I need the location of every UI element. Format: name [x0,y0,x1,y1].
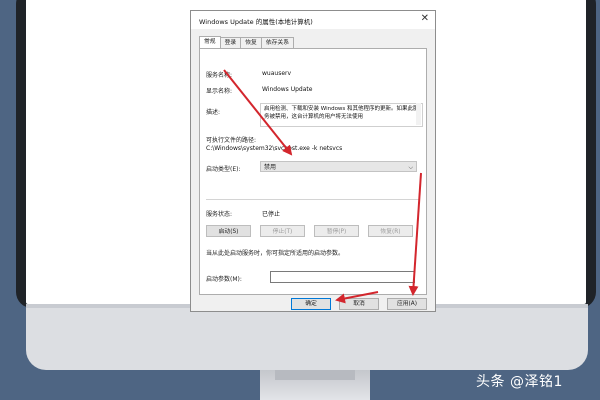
display-name-value: Windows Update [262,86,313,93]
start-service-button[interactable]: 启动(S) [206,225,251,237]
stop-service-button[interactable]: 停止(T) [260,225,305,237]
dialog-title: Windows Update 的属性(本地计算机) [199,18,313,26]
monitor-stand-neck [275,370,355,380]
dialog-titlebar: Windows Update 的属性(本地计算机) ✕ [191,11,435,29]
divider [206,199,420,200]
description-label: 描述: [206,109,221,116]
startup-type-label: 启动类型(E): [206,166,241,173]
ok-button[interactable]: 确定 [291,298,331,310]
start-params-label: 启动参数(M): [206,276,242,283]
close-icon[interactable]: ✕ [421,13,429,25]
description-scrollbar[interactable] [416,103,421,125]
monitor-chin [26,308,588,370]
pause-service-button[interactable]: 暂停(P) [314,225,359,237]
startup-type-select[interactable]: 禁用 ⌵ [260,161,417,172]
service-status-value: 已停止 [262,211,281,218]
display-name-label: 显示名称: [206,88,233,95]
description-box: 启用检测、下载和安装 Windows 和其他程序的更新。如果此服务被禁用，这台计… [260,103,423,127]
resume-service-button[interactable]: 恢复(R) [368,225,413,237]
service-properties-dialog: Windows Update 的属性(本地计算机) ✕ 常规 登录 恢复 依存关… [190,10,436,312]
service-name-value: wuauserv [262,70,292,77]
cancel-button[interactable]: 取消 [339,298,379,310]
path-value: C:\Windows\system32\svchost.exe -k netsv… [206,145,343,152]
service-name-label: 服务名称: [206,72,233,79]
tab-bar: 常规 登录 恢复 依存关系 [199,36,295,49]
service-status-label: 服务状态: [206,211,233,218]
path-label: 可执行文件的路径: [206,137,257,144]
start-params-input[interactable] [270,271,415,283]
start-params-hint: 当从此处启动服务时，你可指定所适用的启动参数。 [206,250,345,257]
startup-type-value: 禁用 [264,164,277,171]
apply-button[interactable]: 应用(A) [387,298,427,310]
watermark-text: 头条 @泽铭1 [476,374,563,390]
general-tab-panel: 服务名称: wuauserv 显示名称: Windows Update 描述: … [199,48,427,295]
chevron-down-icon: ⌵ [408,164,413,171]
